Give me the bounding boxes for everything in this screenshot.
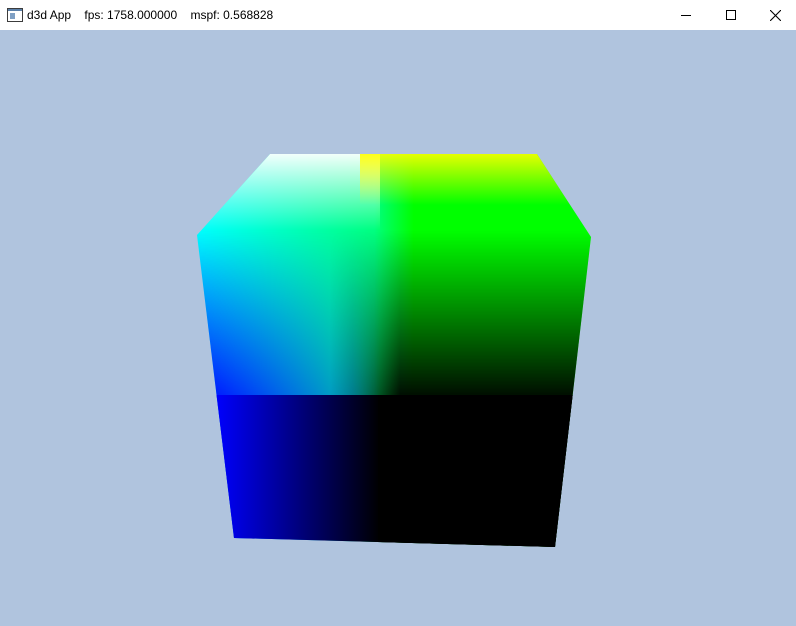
title-bar[interactable]: d3d App fps: 1758.000000 mspf: 0.568828 [0,0,796,30]
app-window-icon [7,8,23,22]
minimize-icon [681,15,691,16]
maximize-button[interactable] [708,0,754,30]
minimize-button[interactable] [663,0,709,30]
application-window: d3d App fps: 1758.000000 mspf: 0.568828 [0,0,796,626]
cube-scene [197,154,591,547]
window-title: d3d App fps: 1758.000000 mspf: 0.568828 [27,8,274,22]
close-button[interactable] [752,0,796,30]
render-viewport[interactable] [0,30,796,626]
maximize-icon [726,10,736,20]
colored-cube [197,154,591,547]
close-icon [769,9,781,21]
